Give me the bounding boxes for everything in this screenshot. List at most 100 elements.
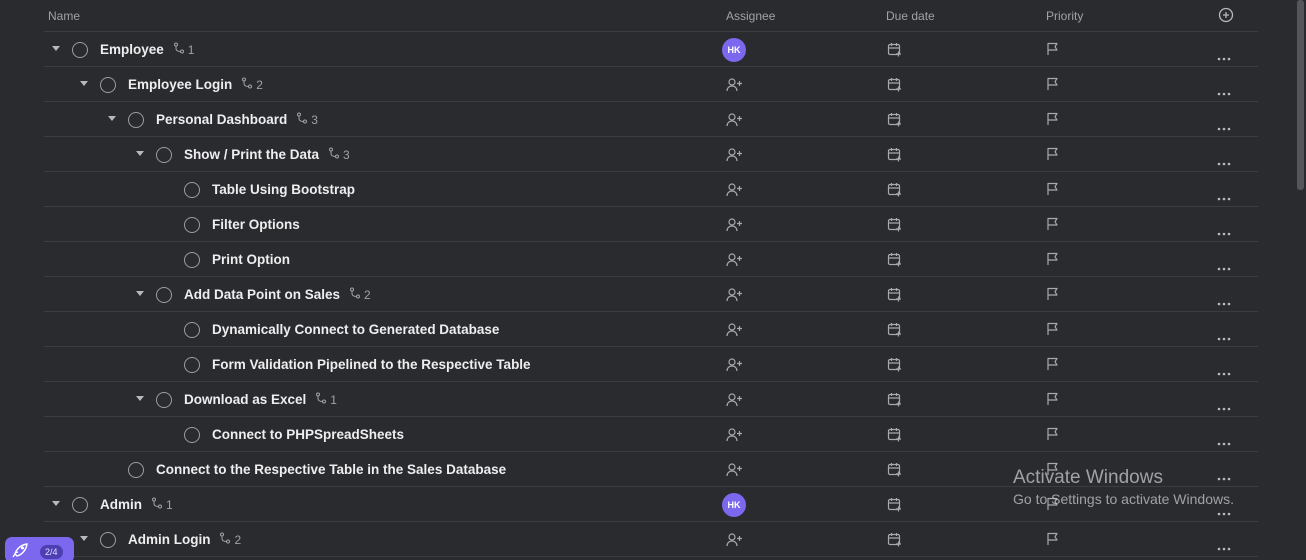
task-title[interactable]: Admin 1: [100, 497, 173, 512]
task-title[interactable]: Connect to PHPSpreadSheets: [212, 427, 404, 442]
task-title[interactable]: Add Data Point on Sales 2: [184, 287, 371, 302]
task-row[interactable]: Employee 1 HK: [44, 32, 1258, 67]
assignee-cell[interactable]: HK: [722, 38, 746, 62]
launcher-badge[interactable]: 2/4: [5, 537, 74, 560]
column-header-priority[interactable]: Priority: [1046, 9, 1083, 23]
calendar-icon[interactable]: [887, 287, 902, 307]
assignee-cell[interactable]: [722, 353, 746, 377]
add-user-icon[interactable]: [726, 533, 743, 552]
more-horizontal-icon[interactable]: [1217, 118, 1231, 136]
task-title[interactable]: Employee Login 2: [128, 77, 263, 92]
task-status-checkbox[interactable]: [184, 217, 200, 233]
assignee-cell[interactable]: [722, 73, 746, 97]
more-horizontal-icon[interactable]: [1217, 153, 1231, 171]
subtask-count[interactable]: 2: [349, 287, 371, 302]
more-horizontal-icon[interactable]: [1217, 538, 1231, 556]
task-title[interactable]: Download as Excel 1: [184, 392, 337, 407]
chevron-down-icon[interactable]: [136, 151, 144, 156]
calendar-icon[interactable]: [887, 462, 902, 482]
task-status-checkbox[interactable]: [100, 532, 116, 548]
avatar[interactable]: HK: [722, 38, 746, 62]
subtask-count[interactable]: 3: [296, 112, 318, 127]
more-horizontal-icon[interactable]: [1217, 468, 1231, 486]
assignee-cell[interactable]: [722, 458, 746, 482]
flag-icon[interactable]: [1046, 287, 1059, 306]
flag-icon[interactable]: [1046, 357, 1059, 376]
task-status-checkbox[interactable]: [128, 462, 144, 478]
calendar-icon[interactable]: [887, 252, 902, 272]
assignee-cell[interactable]: HK: [722, 493, 746, 517]
chevron-down-icon[interactable]: [80, 536, 88, 541]
task-title[interactable]: Show / Print the Data 3: [184, 147, 350, 162]
column-header-assignee[interactable]: Assignee: [726, 9, 775, 23]
task-row[interactable]: Admin 1 HK: [44, 487, 1258, 522]
calendar-icon[interactable]: [887, 392, 902, 412]
task-title[interactable]: Employee 1: [100, 42, 194, 57]
calendar-icon[interactable]: [887, 77, 902, 97]
task-title[interactable]: Admin Login 2: [128, 532, 241, 547]
task-row[interactable]: Print Option: [44, 242, 1258, 277]
assignee-cell[interactable]: [722, 143, 746, 167]
task-title[interactable]: Filter Options: [212, 217, 300, 232]
chevron-down-icon[interactable]: [52, 46, 60, 51]
assignee-cell[interactable]: [722, 283, 746, 307]
add-user-icon[interactable]: [726, 358, 743, 377]
more-horizontal-icon[interactable]: [1217, 223, 1231, 241]
assignee-cell[interactable]: [722, 248, 746, 272]
subtask-count[interactable]: 1: [151, 497, 173, 512]
flag-icon[interactable]: [1046, 42, 1059, 61]
flag-icon[interactable]: [1046, 77, 1059, 96]
more-horizontal-icon[interactable]: [1217, 293, 1231, 311]
subtask-count[interactable]: 2: [219, 532, 241, 547]
calendar-icon[interactable]: [887, 147, 902, 167]
add-user-icon[interactable]: [726, 428, 743, 447]
chevron-down-icon[interactable]: [136, 291, 144, 296]
flag-icon[interactable]: [1046, 147, 1059, 166]
task-status-checkbox[interactable]: [156, 147, 172, 163]
flag-icon[interactable]: [1046, 462, 1059, 481]
subtask-count[interactable]: 2: [241, 77, 263, 92]
task-row[interactable]: Show / Print the Data 3: [44, 137, 1258, 172]
task-row[interactable]: Connect to PHPSpreadSheets: [44, 417, 1258, 452]
task-row[interactable]: Add Data Point on Sales 2: [44, 277, 1258, 312]
task-row[interactable]: Table Using Bootstrap: [44, 172, 1258, 207]
add-user-icon[interactable]: [726, 78, 743, 97]
plus-circle-icon[interactable]: [1218, 7, 1234, 26]
flag-icon[interactable]: [1046, 182, 1059, 201]
task-status-checkbox[interactable]: [156, 392, 172, 408]
more-horizontal-icon[interactable]: [1217, 398, 1231, 416]
add-user-icon[interactable]: [726, 288, 743, 307]
more-horizontal-icon[interactable]: [1217, 363, 1231, 381]
assignee-cell[interactable]: [722, 318, 746, 342]
chevron-down-icon[interactable]: [80, 81, 88, 86]
task-status-checkbox[interactable]: [184, 427, 200, 443]
task-row[interactable]: Employee Login 2: [44, 67, 1258, 102]
calendar-icon[interactable]: [887, 112, 902, 132]
more-horizontal-icon[interactable]: [1217, 83, 1231, 101]
flag-icon[interactable]: [1046, 252, 1059, 271]
flag-icon[interactable]: [1046, 322, 1059, 341]
task-status-checkbox[interactable]: [156, 287, 172, 303]
more-horizontal-icon[interactable]: [1217, 258, 1231, 276]
chevron-down-icon[interactable]: [52, 501, 60, 506]
flag-icon[interactable]: [1046, 112, 1059, 131]
subtask-count[interactable]: 1: [315, 392, 337, 407]
task-status-checkbox[interactable]: [72, 42, 88, 58]
more-horizontal-icon[interactable]: [1217, 188, 1231, 206]
assignee-cell[interactable]: [722, 178, 746, 202]
task-status-checkbox[interactable]: [184, 252, 200, 268]
calendar-icon[interactable]: [887, 532, 902, 552]
flag-icon[interactable]: [1046, 532, 1059, 551]
flag-icon[interactable]: [1046, 497, 1059, 516]
assignee-cell[interactable]: [722, 213, 746, 237]
task-status-checkbox[interactable]: [184, 357, 200, 373]
task-row[interactable]: Form Validation Pipelined to the Respect…: [44, 347, 1258, 382]
subtask-count[interactable]: 1: [173, 42, 194, 57]
vertical-scrollbar[interactable]: [1297, 0, 1304, 190]
add-user-icon[interactable]: [726, 113, 743, 132]
calendar-icon[interactable]: [887, 182, 902, 202]
task-title[interactable]: Print Option: [212, 252, 290, 267]
column-header-due-date[interactable]: Due date: [886, 9, 935, 23]
calendar-icon[interactable]: [887, 357, 902, 377]
task-row[interactable]: Connect to the Respective Table in the S…: [44, 452, 1258, 487]
